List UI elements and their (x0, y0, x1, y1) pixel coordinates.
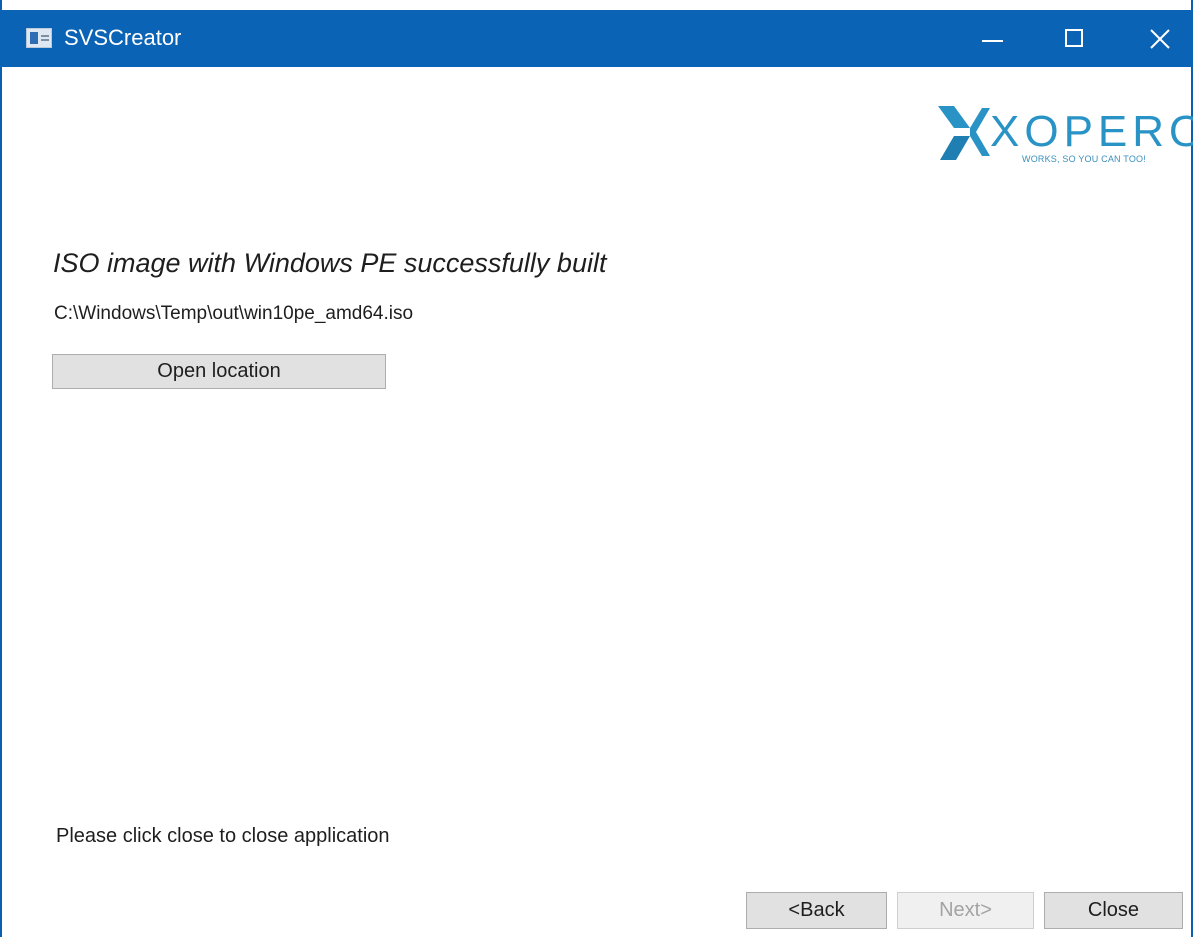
back-button[interactable]: <Back (746, 892, 887, 929)
close-window-button[interactable] (1130, 10, 1190, 67)
close-icon (1150, 29, 1170, 49)
result-heading: ISO image with Windows PE successfully b… (53, 248, 607, 278)
svscreator-window: SVSCreator XOPERO WORKS, SO YOU CAN TOO!… (0, 0, 1193, 937)
maximize-icon (1065, 29, 1083, 47)
app-icon (26, 28, 52, 48)
logo-tagline: WORKS, SO YOU CAN TOO! (1022, 154, 1146, 164)
minimize-button[interactable] (963, 10, 1023, 67)
xopero-logo: XOPERO WORKS, SO YOU CAN TOO! (932, 98, 1193, 170)
status-message: Please click close to close application (56, 825, 390, 847)
iso-path: C:\Windows\Temp\out\win10pe_amd64.iso (54, 303, 414, 324)
close-button[interactable]: Close (1044, 892, 1183, 929)
next-button: Next> (897, 892, 1034, 929)
minimize-icon (982, 40, 1003, 42)
maximize-button[interactable] (1045, 10, 1105, 67)
logo-wordmark: XOPERO (990, 107, 1193, 156)
title-bar[interactable]: SVSCreator (0, 10, 1193, 67)
window-title: SVSCreator (64, 25, 182, 50)
open-location-button[interactable]: Open location (52, 354, 386, 389)
logo-x-mark-icon (938, 106, 990, 160)
